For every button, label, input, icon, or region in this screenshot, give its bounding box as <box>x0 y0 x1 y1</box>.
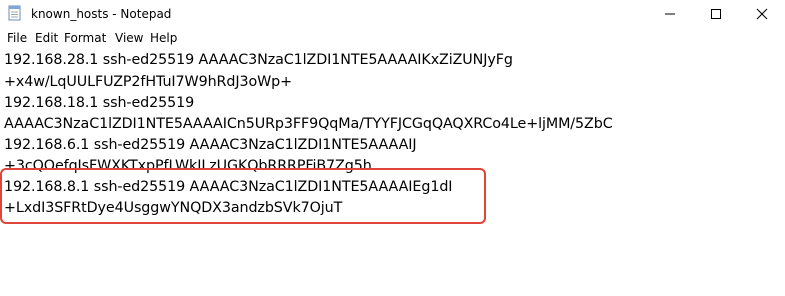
notepad-window: known_hosts - Notepad File Edit Format V… <box>0 0 785 296</box>
highlight-box <box>0 168 486 224</box>
text-line: 192.168.18.1 ssh-ed25519 <box>4 95 195 111</box>
menu-view[interactable]: View <box>108 29 143 47</box>
minimize-button[interactable] <box>647 0 693 28</box>
notepad-icon <box>7 5 23 21</box>
close-button[interactable] <box>739 0 785 28</box>
menu-file[interactable]: File <box>0 29 28 47</box>
text-line: AAAAC3NzaC1lZDI1NTE5AAAAICn5URp3FF9QqMa/… <box>4 116 613 132</box>
menu-format[interactable]: Format <box>57 29 108 47</box>
text-line: 192.168.28.1 ssh-ed25519 AAAAC3NzaC1lZDI… <box>4 52 513 68</box>
menu-help[interactable]: Help <box>143 29 178 47</box>
title-bar[interactable]: known_hosts - Notepad <box>0 0 785 28</box>
minimize-icon <box>665 13 675 15</box>
close-icon <box>756 8 768 20</box>
menu-edit[interactable]: Edit <box>28 29 58 47</box>
maximize-button[interactable] <box>693 0 739 28</box>
window-title: known_hosts - Notepad <box>31 7 172 21</box>
text-editor[interactable]: 192.168.28.1 ssh-ed25519 AAAAC3NzaC1lZDI… <box>0 48 785 296</box>
menu-bar: File Edit Format View Help <box>0 28 785 48</box>
text-line: +x4w/LqUULFUZP2fHTuI7W9hRdJ3oWp+ <box>4 74 293 90</box>
text-line: 192.168.6.1 ssh-ed25519 AAAAC3NzaC1lZDI1… <box>4 137 417 153</box>
maximize-icon <box>711 9 721 19</box>
